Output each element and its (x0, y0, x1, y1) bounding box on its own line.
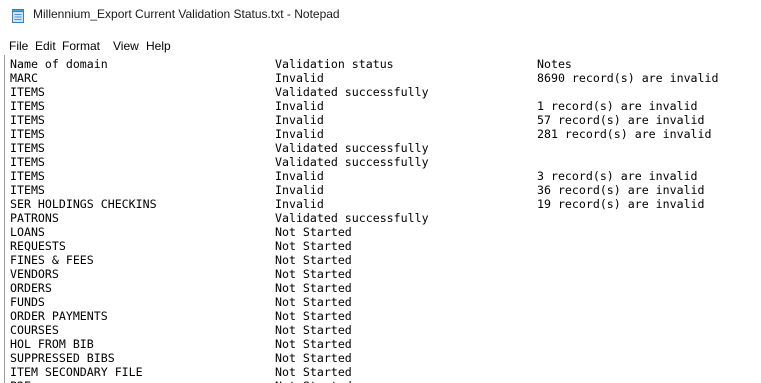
text-line: SER HOLDINGS CHECKINS Invalid 19 record(s)… (10, 197, 760, 211)
domain-name: ITEMS (10, 99, 45, 113)
text-line: P2E Not Started (10, 379, 760, 383)
validation-status: Not Started (275, 379, 352, 383)
header-notes: Notes (537, 57, 572, 71)
domain-name: PATRONS (10, 211, 59, 225)
validation-status: Not Started (275, 351, 352, 365)
domain-name: VENDORS (10, 267, 59, 281)
domain-name: LOANS (10, 225, 45, 239)
notes: 57 record(s) are invalid (537, 113, 705, 127)
text-line: FUNDS Not Started (10, 295, 760, 309)
validation-status: Not Started (275, 337, 352, 351)
text-line: ITEMS Invalid 1 record(s) are invalid (10, 99, 760, 113)
menu-view[interactable]: View (113, 39, 139, 53)
validation-status: Invalid (275, 197, 324, 211)
text-line: ITEMS Invalid 36 record(s) are invalid (10, 183, 760, 197)
menu-bar: File Edit Format View Help (0, 31, 761, 53)
notes: 3 record(s) are invalid (537, 169, 698, 183)
text-line: FINES & FEES Not Started (10, 253, 760, 267)
domain-name: ITEMS (10, 183, 45, 197)
notes: 281 record(s) are invalid (537, 127, 712, 141)
notes: 19 record(s) are invalid (537, 197, 705, 211)
domain-name: ORDER PAYMENTS (10, 309, 108, 323)
validation-status: Not Started (275, 267, 352, 281)
text-line: ITEMS Validated successfully (10, 155, 760, 169)
validation-status: Not Started (275, 323, 352, 337)
text-line: ITEM SECONDARY FILE Not Started (10, 365, 760, 379)
validation-status: Not Started (275, 239, 352, 253)
text-line: LOANS Not Started (10, 225, 760, 239)
validation-status: Invalid (275, 183, 324, 197)
validation-status: Not Started (275, 309, 352, 323)
validation-status: Validated successfully (275, 141, 429, 155)
validation-status: Invalid (275, 71, 324, 85)
menu-help[interactable]: Help (146, 39, 171, 53)
domain-name: REQUESTS (10, 239, 66, 253)
validation-status: Invalid (275, 169, 324, 183)
domain-name: SUPPRESSED BIBS (10, 351, 115, 365)
header-validation-status: Validation status (275, 57, 394, 71)
menu-format[interactable]: Format (62, 39, 100, 53)
text-editor[interactable]: Name of domain Validation status Notes M… (4, 55, 761, 383)
domain-name: ITEMS (10, 127, 45, 141)
validation-status: Invalid (275, 113, 324, 127)
notes: 36 record(s) are invalid (537, 183, 705, 197)
text-line: ITEMS Invalid 57 record(s) are invalid (10, 113, 760, 127)
text-line: HOL FROM BIB Not Started (10, 337, 760, 351)
text-line: ITEMS Invalid 281 record(s) are invalid (10, 127, 760, 141)
domain-name: SER HOLDINGS CHECKINS (10, 197, 157, 211)
text-line: ITEMS Validated successfully (10, 85, 760, 99)
domain-name: HOL FROM BIB (10, 337, 94, 351)
validation-status: Not Started (275, 365, 352, 379)
domain-name: ITEMS (10, 169, 45, 183)
domain-name: ITEMS (10, 155, 45, 169)
validation-status: Validated successfully (275, 155, 429, 169)
domain-name: FINES & FEES (10, 253, 94, 267)
domain-name: ITEM SECONDARY FILE (10, 365, 143, 379)
text-line: VENDORS Not Started (10, 267, 760, 281)
text-line: ORDERS Not Started (10, 281, 760, 295)
notepad-icon (12, 9, 24, 23)
text-line: ITEMS Validated successfully (10, 141, 760, 155)
domain-name: ORDERS (10, 281, 52, 295)
validation-status: Invalid (275, 127, 324, 141)
validation-status: Validated successfully (275, 211, 429, 225)
domain-name: FUNDS (10, 295, 45, 309)
validation-status: Not Started (275, 225, 352, 239)
header-name-of-domain: Name of domain (10, 57, 108, 71)
header-line: Name of domain Validation status Notes (10, 57, 760, 71)
domain-name: P2E (10, 379, 31, 383)
text-line: REQUESTS Not Started (10, 239, 760, 253)
text-line: COURSES Not Started (10, 323, 760, 337)
domain-name: COURSES (10, 323, 59, 337)
validation-status: Validated successfully (275, 85, 429, 99)
title-bar: Millennium_Export Current Validation Sta… (0, 0, 761, 31)
text-line: ORDER PAYMENTS Not Started (10, 309, 760, 323)
validation-status: Not Started (275, 253, 352, 267)
domain-name: ITEMS (10, 113, 45, 127)
window-title: Millennium_Export Current Validation Sta… (33, 7, 340, 21)
validation-status: Invalid (275, 99, 324, 113)
menu-edit[interactable]: Edit (35, 39, 56, 53)
notes: 8690 record(s) are invalid (537, 71, 719, 85)
text-line: SUPPRESSED BIBS Not Started (10, 351, 760, 365)
domain-name: ITEMS (10, 85, 45, 99)
domain-name: ITEMS (10, 141, 45, 155)
menu-file[interactable]: File (9, 39, 28, 53)
validation-status: Not Started (275, 295, 352, 309)
notes: 1 record(s) are invalid (537, 99, 698, 113)
text-line: PATRONS Validated successfully (10, 211, 760, 225)
text-line: ITEMS Invalid 3 record(s) are invalid (10, 169, 760, 183)
domain-name: MARC (10, 71, 38, 85)
validation-status: Not Started (275, 281, 352, 295)
text-line: MARC Invalid 8690 record(s) are invalid (10, 71, 760, 85)
